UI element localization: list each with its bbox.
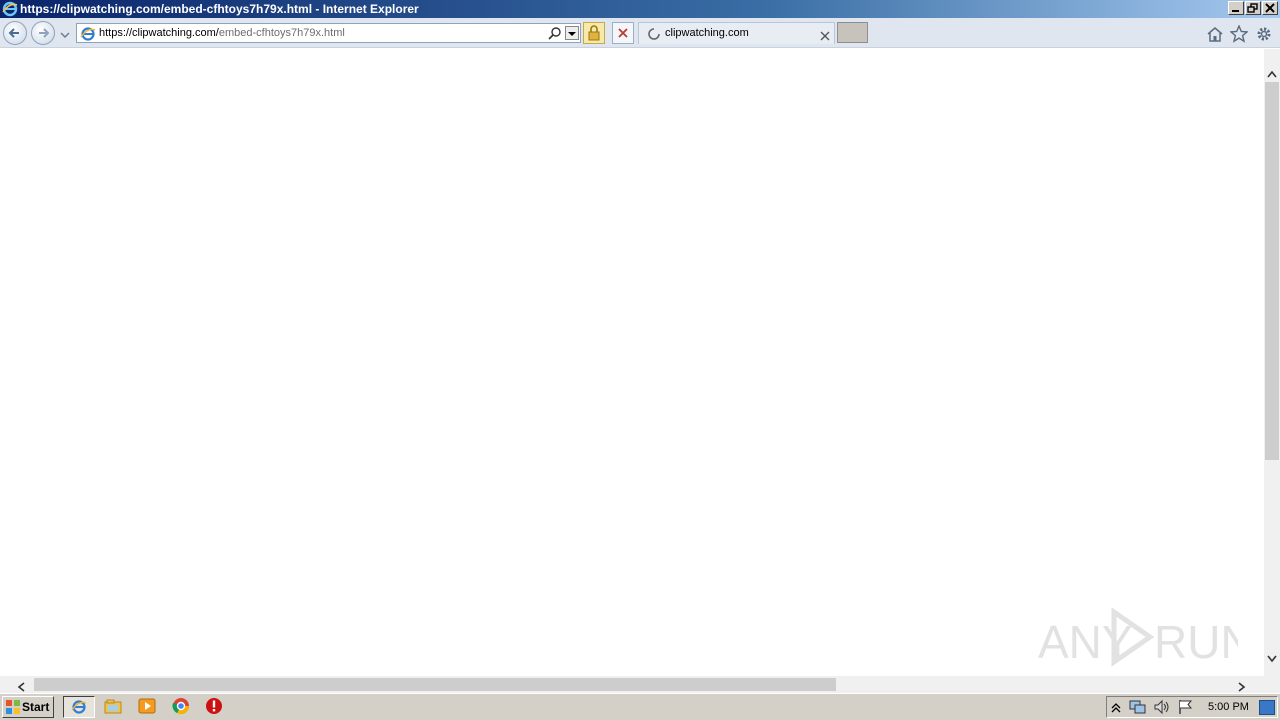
back-button[interactable] [3, 21, 27, 45]
address-dropdown-icon[interactable] [565, 26, 579, 40]
address-url[interactable]: https://clipwatching.com/embed-cfhtoys7h… [99, 26, 345, 41]
url-path: embed-cfhtoys7h79x.html [218, 27, 345, 39]
browser-tab[interactable]: clipwatching.com [638, 22, 835, 44]
ie-task-icon [71, 699, 87, 720]
address-bar[interactable]: https://clipwatching.com/embed-cfhtoys7h… [76, 23, 581, 43]
url-host: https://clipwatching.com/ [99, 27, 219, 39]
title-bar: https://clipwatching.com/embed-cfhtoys7h… [0, 0, 1280, 18]
stop-button[interactable] [612, 22, 634, 44]
watermark-text-right: RUN [1154, 616, 1238, 668]
anyrun-watermark: ANY RUN [1038, 606, 1254, 668]
scroll-up-icon[interactable] [1267, 65, 1277, 83]
file-explorer-icon[interactable] [104, 697, 126, 717]
lock-icon[interactable] [583, 22, 605, 44]
favorites-star-icon[interactable] [1229, 24, 1249, 48]
windows-flag-icon [5, 699, 21, 720]
network-icon[interactable] [1129, 699, 1147, 720]
action-center-flag-icon[interactable] [1177, 699, 1195, 720]
restore-button[interactable] [1245, 1, 1261, 15]
minimize-button[interactable] [1228, 1, 1244, 15]
volume-icon[interactable] [1153, 699, 1171, 720]
forward-button[interactable] [31, 21, 55, 45]
page-content[interactable] [0, 49, 1264, 676]
media-player-icon[interactable] [138, 697, 160, 717]
system-tray: 5:00 PM [1106, 696, 1278, 718]
taskbar: Start 5:00 PM [0, 693, 1280, 720]
show-hidden-icons-icon[interactable] [1111, 701, 1121, 719]
ie-logo-icon [2, 1, 18, 17]
start-label: Start [22, 700, 50, 714]
vertical-scroll-thumb[interactable] [1265, 82, 1279, 460]
scrollbar-corner [1264, 676, 1280, 693]
recent-pages-dropdown-icon[interactable] [60, 27, 70, 45]
close-tab-icon[interactable] [820, 28, 830, 46]
search-icon[interactable] [548, 26, 562, 45]
close-window-button[interactable] [1262, 1, 1278, 15]
start-button[interactable]: Start [2, 696, 54, 718]
taskbar-ie-button[interactable] [63, 696, 95, 718]
horizontal-scroll-thumb[interactable] [34, 678, 836, 691]
security-alert-icon[interactable] [205, 697, 227, 717]
clock[interactable]: 5:00 PM [1208, 701, 1249, 713]
page-ie-icon [80, 26, 96, 47]
settings-gear-icon[interactable] [1255, 25, 1273, 48]
show-desktop-button[interactable] [1259, 700, 1275, 715]
window-title: https://clipwatching.com/embed-cfhtoys7h… [20, 2, 419, 16]
chrome-icon[interactable] [172, 697, 194, 717]
navigation-bar: https://clipwatching.com/embed-cfhtoys7h… [0, 18, 1280, 48]
loading-spinner-icon [647, 27, 661, 46]
scroll-down-icon[interactable] [1267, 650, 1277, 668]
new-tab-button[interactable] [837, 22, 868, 43]
tab-title: clipwatching.com [665, 27, 749, 39]
home-icon[interactable] [1206, 26, 1224, 47]
